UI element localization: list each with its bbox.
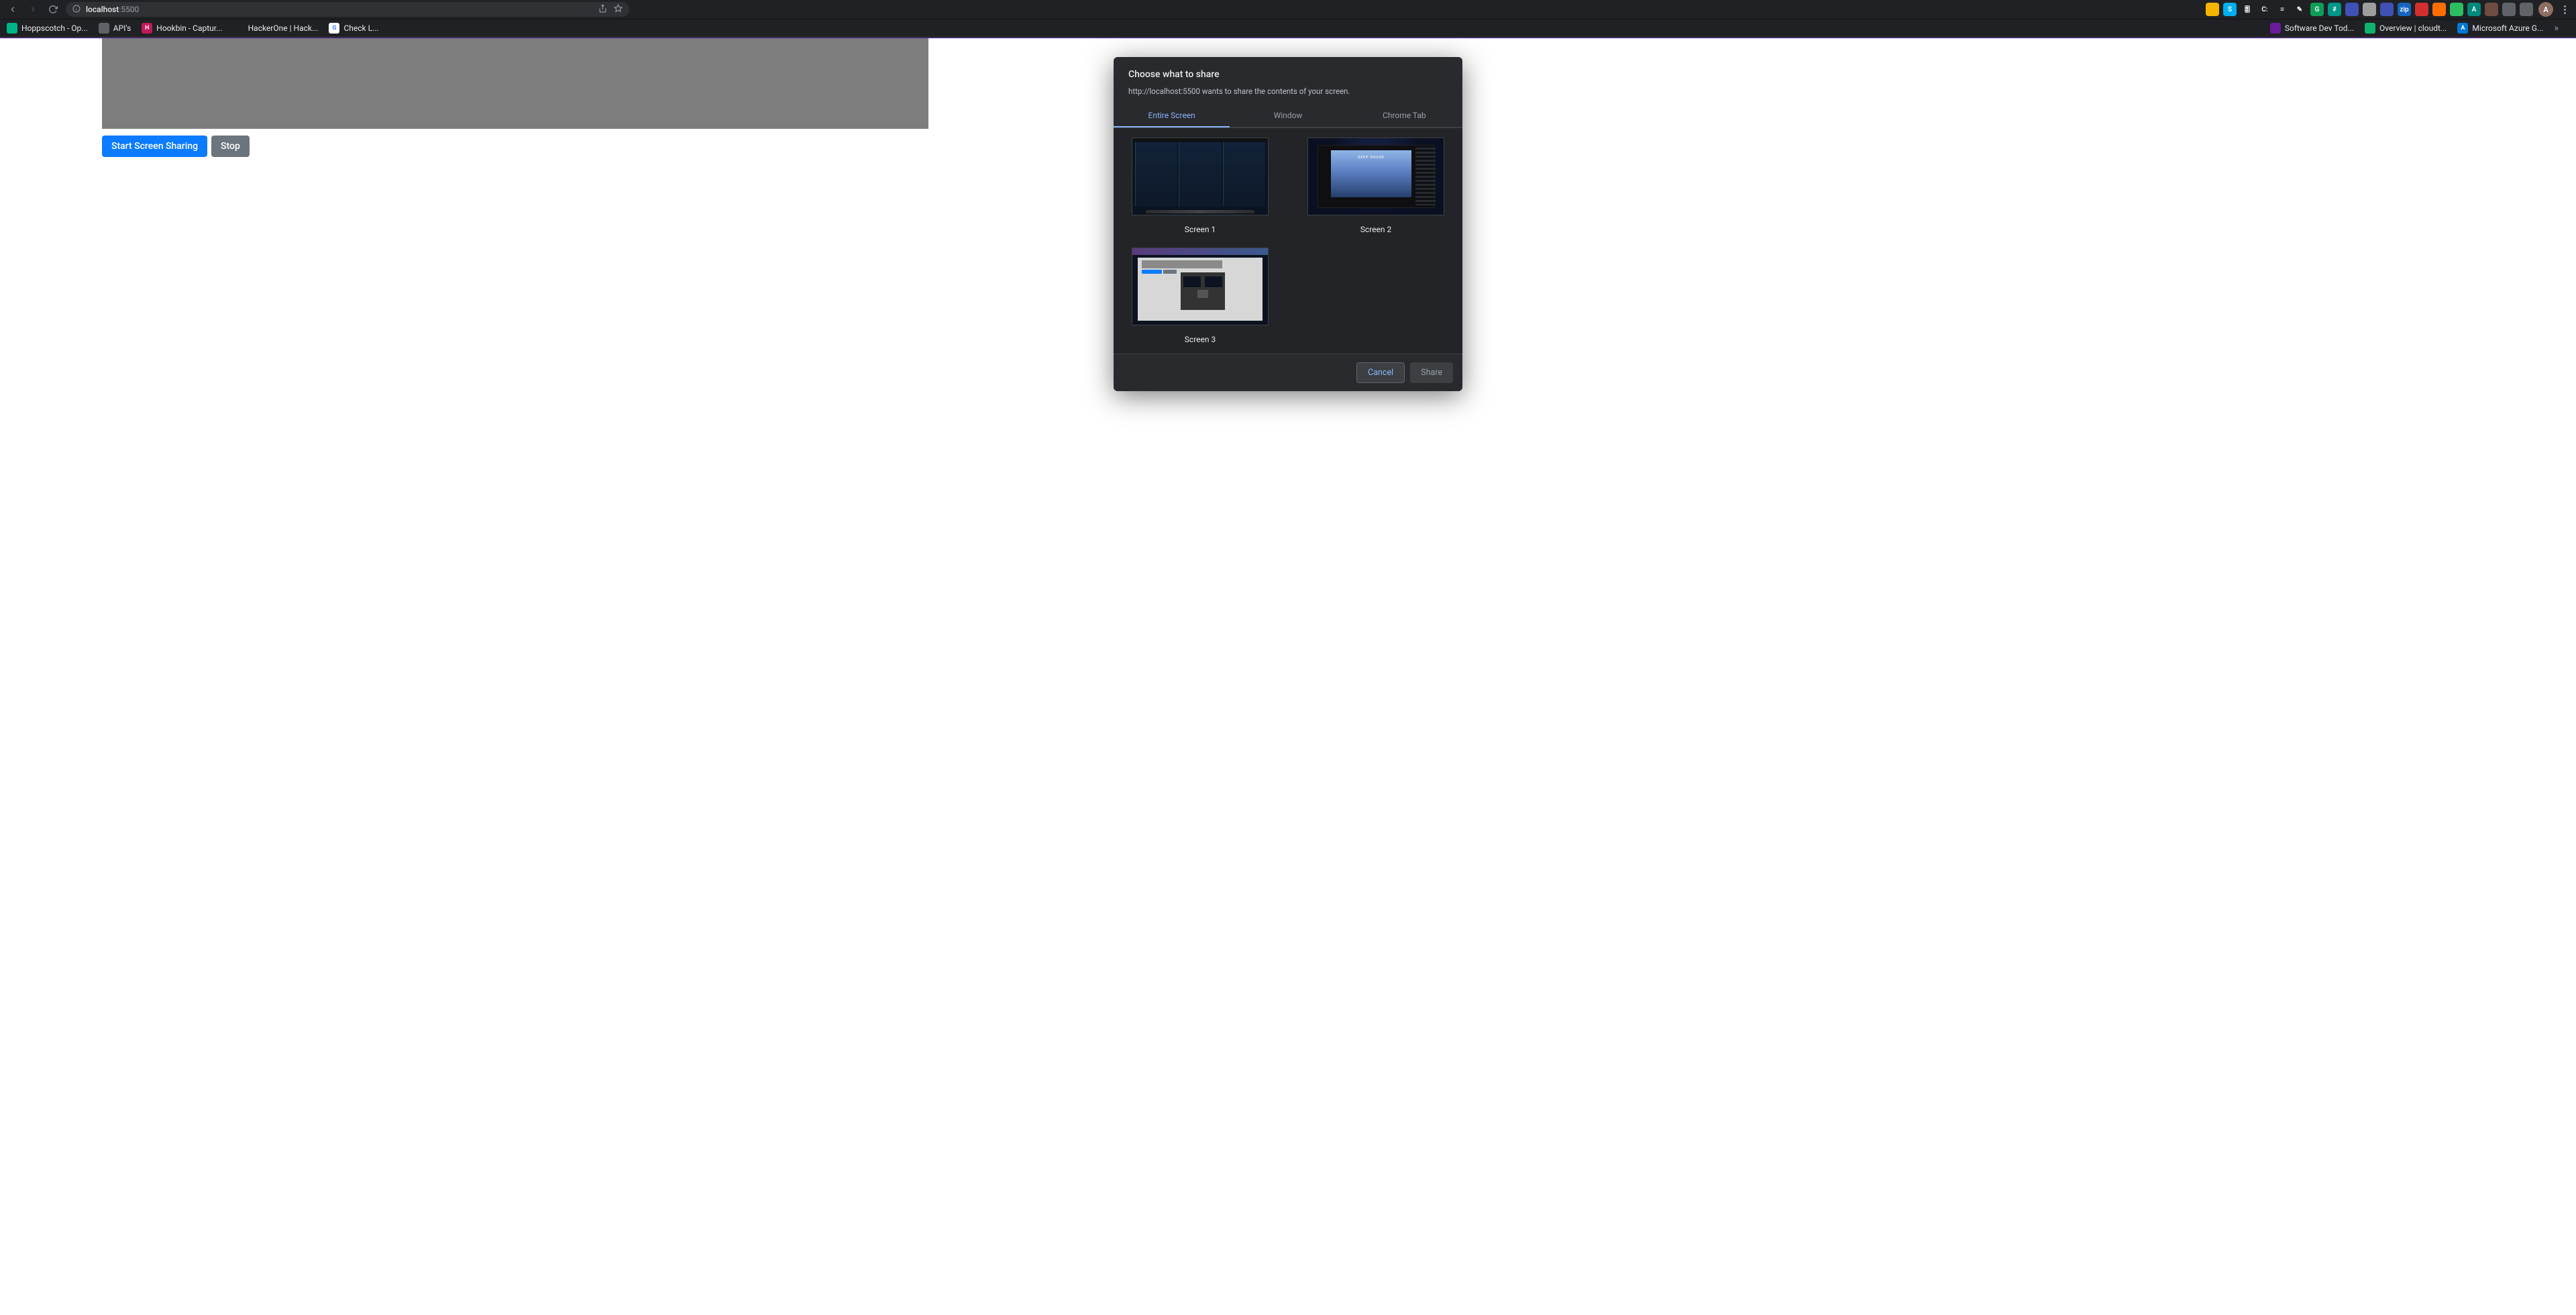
extension-ext-5[interactable]: ≡ — [2275, 3, 2289, 16]
bookmark-item[interactable]: Software Dev Tod... — [2270, 23, 2354, 34]
extension-ext-panel[interactable] — [2520, 3, 2533, 16]
bookmark-favicon — [233, 23, 244, 34]
bookmark-favicon: G — [329, 23, 339, 34]
dialog-subtitle: http://localhost:5500 wants to share the… — [1128, 87, 1448, 96]
extension-ext-7[interactable]: G — [2310, 3, 2324, 16]
bookmark-item[interactable]: G Check L... — [329, 23, 378, 34]
extension-ext-13[interactable] — [2415, 3, 2428, 16]
bookmark-favicon — [2365, 23, 2375, 34]
extension-ext-14[interactable] — [2432, 3, 2446, 16]
extension-ext-6[interactable]: ✎ — [2293, 3, 2306, 16]
screen-thumbnail-grid: Screen 1 DEEP HOUSE Screen 2 Screen 3 — [1122, 138, 1454, 344]
bookmarks-bar: Hoppscotch - Op... API's H Hookbin - Captur… — [0, 19, 2576, 38]
extension-ext-puzzle[interactable] — [2502, 3, 2516, 16]
screen-thumbnail-label: Screen 2 — [1360, 225, 1391, 234]
bookmark-star-icon[interactable] — [614, 4, 623, 15]
screen-option[interactable]: Screen 3 — [1122, 248, 1279, 344]
nav-forward-button[interactable] — [25, 2, 40, 17]
extension-ext-1[interactable] — [2206, 3, 2219, 16]
screen-share-dialog: Choose what to share http://localhost:55… — [1114, 57, 1462, 391]
screen-option[interactable]: DEEP HOUSE Screen 2 — [1297, 138, 1454, 234]
bookmark-favicon — [7, 23, 17, 34]
url-host: localhost — [86, 5, 119, 14]
tab-entire-screen[interactable]: Entire Screen — [1114, 104, 1230, 127]
bookmark-label: Overview | cloudt... — [2379, 23, 2447, 33]
url-port: :5500 — [119, 5, 139, 14]
screen-option[interactable]: Screen 1 — [1122, 138, 1279, 234]
bookmark-favicon — [2270, 23, 2281, 34]
bookmark-favicon: A — [2457, 23, 2468, 34]
extension-ext-10[interactable] — [2363, 3, 2376, 16]
bookmark-favicon — [99, 23, 109, 34]
extension-ext-8[interactable]: # — [2328, 3, 2341, 16]
bookmark-item[interactable]: H Hookbin - Captur... — [142, 23, 222, 34]
extension-ext-evernote[interactable] — [2450, 3, 2463, 16]
bookmark-label: Check L... — [343, 23, 378, 33]
extension-tray: S 🎚 C: ≡ ✎ G # zip A — [2206, 3, 2533, 16]
stop-button[interactable]: Stop — [211, 136, 250, 157]
site-info-icon[interactable] — [72, 5, 80, 15]
extension-ext-9[interactable] — [2345, 3, 2359, 16]
nav-back-button[interactable] — [5, 2, 20, 17]
extension-ext-16[interactable]: A — [2467, 3, 2481, 16]
screen-thumbnail — [1132, 138, 1269, 215]
bookmark-label: Microsoft Azure G... — [2472, 23, 2543, 33]
address-bar[interactable]: localhost:5500 — [66, 2, 629, 17]
browser-toolbar: localhost:5500 S 🎚 C: ≡ ✎ G # zip A A — [0, 0, 2576, 19]
cancel-button[interactable]: Cancel — [1356, 362, 1405, 383]
share-button[interactable]: Share — [1410, 362, 1453, 383]
video-preview-box — [102, 38, 928, 129]
tab-chrome-tab[interactable]: Chrome Tab — [1346, 104, 1462, 127]
start-screen-sharing-button[interactable]: Start Screen Sharing — [102, 136, 207, 157]
bookmark-label: API's — [113, 23, 131, 33]
extension-ext-skype[interactable]: S — [2223, 3, 2237, 16]
nav-reload-button[interactable] — [46, 2, 60, 17]
bookmark-item[interactable]: Hoppscotch - Op... — [7, 23, 88, 34]
extension-ext-17[interactable] — [2485, 3, 2498, 16]
share-page-icon[interactable] — [598, 4, 607, 15]
dialog-title: Choose what to share — [1128, 69, 1448, 80]
extension-ext-11[interactable] — [2380, 3, 2394, 16]
bookmark-item[interactable]: A Microsoft Azure G... — [2457, 23, 2543, 34]
screen-thumbnail-label: Screen 3 — [1185, 335, 1216, 344]
screen-thumbnail: DEEP HOUSE — [1307, 138, 1444, 215]
tab-window[interactable]: Window — [1230, 104, 1346, 127]
extension-ext-zip[interactable]: zip — [2398, 3, 2411, 16]
screen-thumbnail-label: Screen 1 — [1185, 225, 1216, 234]
bookmark-label: Hookbin - Captur... — [156, 23, 222, 33]
page-content: Start Screen Sharing Stop Choose what to… — [0, 38, 2576, 1315]
bookmarks-overflow-button[interactable]: » — [2554, 23, 2559, 34]
bookmark-item[interactable]: API's — [99, 23, 131, 34]
bookmark-label: HackerOne | Hack... — [248, 23, 319, 33]
profile-avatar[interactable]: A — [2538, 2, 2553, 17]
bookmark-item[interactable]: HackerOne | Hack... — [233, 23, 319, 34]
bookmark-label: Software Dev Tod... — [2285, 23, 2354, 33]
bookmark-favicon: H — [142, 23, 152, 34]
dialog-tabs: Entire Screen Window Chrome Tab — [1114, 104, 1462, 127]
extension-ext-4[interactable]: C: — [2258, 3, 2271, 16]
bookmark-label: Hoppscotch - Op... — [21, 23, 88, 33]
bookmark-item[interactable]: Overview | cloudt... — [2365, 23, 2447, 34]
control-button-row: Start Screen Sharing Stop — [102, 136, 250, 157]
screen-thumbnail — [1132, 248, 1269, 325]
extension-ext-3[interactable]: 🎚 — [2241, 3, 2254, 16]
chrome-menu-button[interactable] — [2559, 5, 2571, 14]
